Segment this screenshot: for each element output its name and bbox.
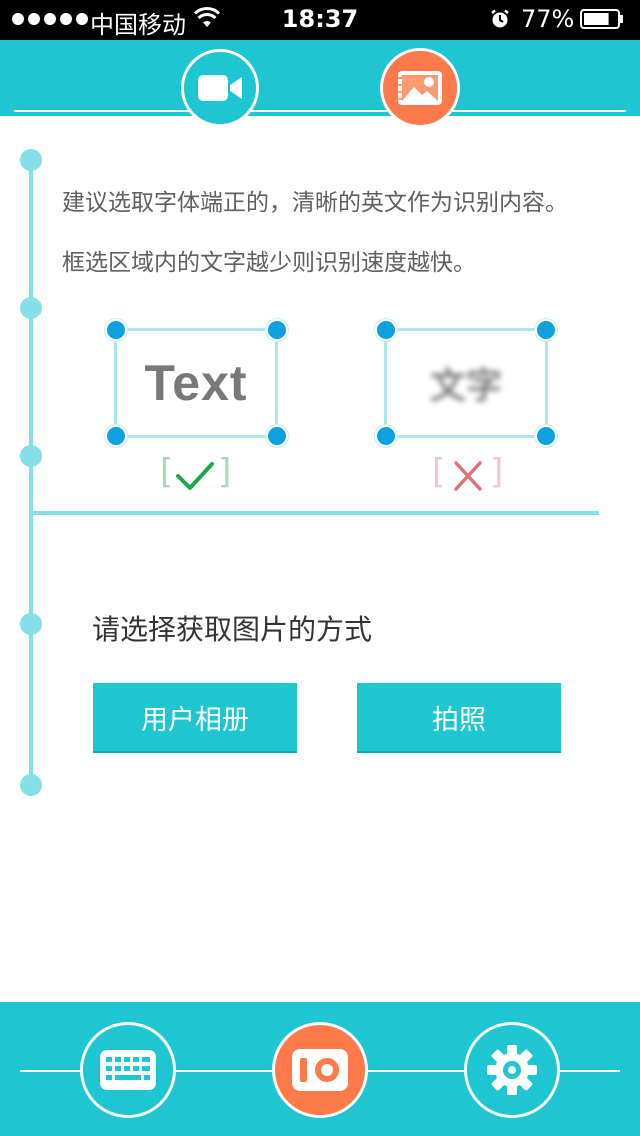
timeline-dot <box>20 613 42 635</box>
photo-album-button[interactable]: 用户相册 <box>93 683 297 751</box>
good-example-box: Text <box>114 328 278 438</box>
good-bracket-open: [ <box>160 452 174 492</box>
video-tab-button[interactable] <box>181 49 259 127</box>
take-photo-button[interactable]: 拍照 <box>357 683 561 751</box>
image-tab-button[interactable] <box>380 48 460 128</box>
bad-example-text: 文字 <box>429 366 502 407</box>
settings-button[interactable] <box>464 1022 560 1118</box>
gear-icon <box>487 1045 537 1095</box>
video-camera-icon <box>198 75 242 101</box>
tip-text-2: 框选区域内的文字越少则识别速度越快。 <box>62 250 476 276</box>
timeline-dot <box>20 445 42 467</box>
bottom-nav-bar <box>0 1002 640 1136</box>
battery-percent: 77% <box>521 5 575 33</box>
camera-button[interactable] <box>272 1022 368 1118</box>
tip-text-1: 建议选取字体端正的，清晰的英文作为识别内容。 <box>62 190 568 216</box>
header-divider <box>14 110 626 112</box>
selection-handle <box>375 425 397 447</box>
selection-handle <box>375 319 397 341</box>
timeline-dot <box>20 297 42 319</box>
bad-bracket-close: ] <box>490 452 504 492</box>
selection-handle <box>266 319 288 341</box>
timeline-dot <box>20 149 42 171</box>
alarm-clock-icon <box>491 9 509 28</box>
keyboard-icon <box>100 1050 156 1090</box>
timeline-dot <box>20 774 42 796</box>
keyboard-button[interactable] <box>80 1022 176 1118</box>
bad-bracket-open: [ <box>432 452 446 492</box>
section-divider <box>31 511 599 515</box>
selection-handle <box>535 319 557 341</box>
battery-icon <box>580 9 623 29</box>
selection-handle <box>266 425 288 447</box>
selection-handle <box>105 425 127 447</box>
status-bar: 中国移动 18:37 77% <box>0 0 640 40</box>
timeline-line <box>29 160 33 786</box>
good-bracket-close: ] <box>218 452 232 492</box>
image-icon <box>398 71 442 105</box>
bad-example-box: 文字 <box>384 328 548 438</box>
cross-icon <box>454 461 482 491</box>
top-header <box>0 40 640 116</box>
checkmark-icon <box>176 462 214 490</box>
selection-handle <box>105 319 127 341</box>
selection-handle <box>535 425 557 447</box>
good-example-text: Text <box>144 355 248 411</box>
camera-icon <box>292 1049 348 1091</box>
source-prompt: 请选择获取图片的方式 <box>92 613 373 646</box>
